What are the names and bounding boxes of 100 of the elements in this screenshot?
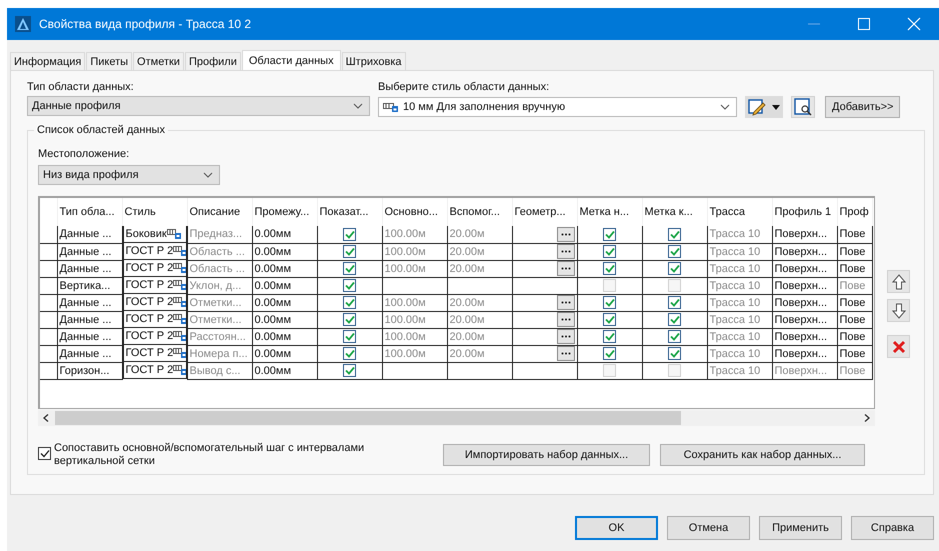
tab[interactable]: Отметки [133,52,184,70]
down-arrow-icon [892,302,906,318]
ellipsis-button[interactable] [556,261,574,276]
checkbox[interactable] [668,347,681,360]
dialog-button[interactable]: Применить [759,516,842,540]
tab[interactable]: Области данных [242,50,341,70]
checkbox[interactable] [603,330,616,343]
column-header[interactable]: Метка н... [577,198,642,226]
column-header[interactable]: Описание [187,198,252,226]
band-style-icon[interactable] [173,245,186,257]
band-style-icon[interactable] [173,262,186,274]
column-header[interactable]: Проф [837,198,872,226]
column-header[interactable]: Промежу... [252,198,317,226]
ellipsis-button[interactable] [556,312,574,327]
table-cell: Данные ... [57,260,122,277]
checkbox[interactable] [343,313,356,326]
close-icon[interactable] [907,17,921,31]
column-header[interactable]: Основно... [382,198,447,226]
location-dropdown[interactable]: Низ вида профиля [38,165,220,185]
ellipsis-button[interactable] [556,346,574,361]
checkbox[interactable] [603,296,616,309]
table-cell: Поверхн... [772,328,837,345]
import-button[interactable]: Импортировать набор данных... [443,444,650,466]
band-style-icon[interactable] [166,228,181,240]
band-style-icon[interactable] [173,313,186,325]
checkbox[interactable] [668,228,681,241]
band-style-icon[interactable] [173,296,186,308]
column-header[interactable]: Геометр... [512,198,577,226]
table-cell: Поверхн... [772,311,837,328]
checkbox[interactable] [668,245,681,258]
table-cell: Предназ... [187,226,252,243]
ellipsis-button[interactable] [556,295,574,310]
move-down-button[interactable] [887,299,910,322]
column-header[interactable]: Показат... [317,198,382,226]
checkbox[interactable] [668,313,681,326]
checkbox[interactable] [38,447,51,460]
pencil-icon [748,98,766,116]
save-button[interactable]: Сохранить как набор данных... [660,444,865,466]
add-button[interactable]: Добавить>> [825,96,900,118]
checkbox[interactable] [603,245,616,258]
checkbox[interactable] [343,296,356,309]
table-cell: Поверхн... [772,226,837,243]
checkbox[interactable] [343,364,356,377]
table-cell: 100.00м [382,243,447,260]
checkbox[interactable] [603,313,616,326]
tab[interactable]: Информация [10,52,86,70]
ellipsis-button[interactable] [556,226,574,242]
checkbox[interactable] [343,245,356,258]
column-header[interactable]: Тип обла... [57,198,122,226]
dialog-button[interactable]: Отмена [667,516,750,540]
table-cell: 20.00м [447,311,512,328]
table-cell: Трасса 10 [707,294,772,311]
checkbox-label: Сопоставить основной/вспомогательный шаг с интервалами вертикальной сетки [54,442,366,468]
checkbox[interactable] [668,262,681,275]
ellipsis-button[interactable] [556,244,574,259]
window-title: Свойства вида профиля - Трасса 10 2 [39,17,252,31]
checkbox[interactable] [603,347,616,360]
dialog-button[interactable]: Справка [851,516,934,540]
band-style-icon[interactable] [173,279,186,291]
table-cell: 100.00м [382,226,447,243]
table-cell: ГОСТ Р 2 [126,347,174,359]
column-header[interactable]: Стиль [122,198,187,226]
checkbox[interactable] [603,262,616,275]
scroll-right-icon[interactable] [864,414,870,422]
scroll-left-icon[interactable] [43,414,49,422]
checkbox[interactable] [343,262,356,275]
dialog-button[interactable]: OK [575,516,658,540]
band-style-icon[interactable] [173,347,186,359]
table-cell: Уклон, д... [187,277,252,294]
edit-style-button[interactable] [745,96,783,118]
table-cell: 0.00мм [252,328,317,345]
checkbox[interactable] [343,330,356,343]
checkbox[interactable] [603,228,616,241]
table-cell: Отметки... [187,294,252,311]
band-type-dropdown[interactable]: Данные профиля [27,96,370,116]
table-cell: ГОСТ Р 2 [126,330,174,342]
checkbox[interactable] [343,279,356,292]
table-cell: Поверхн... [772,362,837,379]
horizontal-scrollbar[interactable] [38,410,875,426]
tab[interactable]: Пикеты [86,52,132,70]
checkbox[interactable] [668,330,681,343]
ellipsis-button[interactable] [556,329,574,344]
tab[interactable]: Штриховка [342,52,406,70]
table-cell: 0.00мм [252,243,317,260]
column-header[interactable]: Метка к... [642,198,707,226]
delete-button[interactable] [887,335,910,358]
table-cell: ГОСТ Р 2 [126,313,174,325]
band-style-dropdown[interactable]: 10 мм Для заполнения вручную [378,97,737,117]
checkbox[interactable] [668,296,681,309]
band-style-icon[interactable] [173,330,186,342]
maximize-icon[interactable] [857,17,871,31]
column-header[interactable]: Трасса [707,198,772,226]
preview-button[interactable] [791,96,815,118]
checkbox[interactable] [343,347,356,360]
band-style-icon[interactable] [173,364,186,376]
move-up-button[interactable] [887,270,910,293]
tab[interactable]: Профили [184,52,241,70]
checkbox[interactable] [343,228,356,241]
column-header[interactable]: Вспомог... [447,198,512,226]
column-header[interactable]: Профиль 1 [772,198,837,226]
